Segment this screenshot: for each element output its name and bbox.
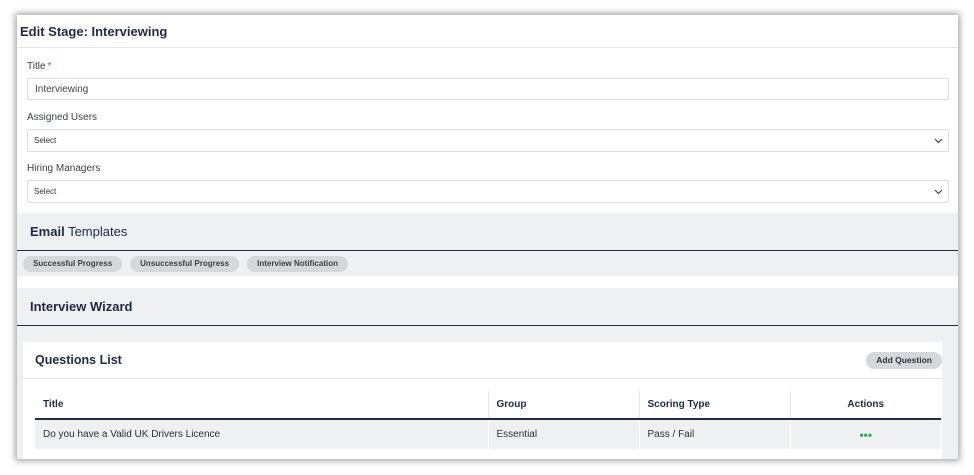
email-templates-section: Email Templates: [17, 213, 958, 251]
cell-group: Essential: [488, 419, 640, 449]
assigned-users-label: Assigned Users: [27, 112, 98, 123]
stage-form: Title * Interviewing Assigned Users Selec…: [17, 48, 958, 203]
cell-actions: •••: [790, 419, 941, 449]
column-header-actions: Actions: [790, 391, 941, 420]
table-row[interactable]: Do you have a Valid UK Drivers Licence E…: [35, 419, 941, 449]
dialog-header: Edit Stage: Interviewing: [17, 15, 958, 48]
column-header-scoring-type[interactable]: Scoring Type: [639, 391, 791, 420]
column-header-group[interactable]: Group: [488, 391, 640, 420]
hiring-managers-select[interactable]: Select: [27, 180, 949, 203]
title-label: Title *: [27, 60, 950, 73]
chip-interview-notification[interactable]: Interview Notification: [247, 255, 348, 272]
cell-title: Do you have a Valid UK Drivers Licence: [35, 419, 489, 449]
title-label-text: Title: [27, 61, 46, 72]
more-actions-icon[interactable]: •••: [859, 428, 872, 442]
table-header-row: Title Group Scoring Type Actions: [35, 391, 941, 420]
email-template-chips: Successful Progress Unsuccessful Progres…: [17, 251, 958, 276]
title-input[interactable]: Interviewing: [27, 78, 949, 100]
questions-table: Title Group Scoring Type Actions Do you …: [35, 391, 941, 449]
interview-wizard-section: Interview Wizard: [17, 288, 958, 326]
edit-stage-dialog: Edit Stage: Interviewing Title * Intervie…: [17, 15, 958, 459]
questions-panel-wrap: Questions List Add Question Title Group …: [17, 326, 958, 459]
assigned-users-value: Select: [34, 136, 57, 145]
assigned-users-select[interactable]: Select: [27, 129, 949, 152]
add-question-button[interactable]: Add Question: [866, 351, 942, 369]
chip-successful-progress[interactable]: Successful Progress: [23, 255, 123, 272]
interview-wizard-title: Interview Wizard: [30, 299, 133, 314]
page-title: Edit Stage: Interviewing: [20, 23, 168, 39]
questions-panel: Questions List Add Question Title Group …: [23, 342, 942, 459]
chevron-down-icon: [932, 186, 944, 198]
cell-scoring-type: Pass / Fail: [639, 419, 791, 449]
hiring-managers-label: Hiring Managers: [27, 163, 101, 174]
column-header-title[interactable]: Title: [35, 391, 489, 420]
questions-list-title: Questions List: [35, 353, 122, 367]
email-templates-title: Email Templates: [30, 224, 128, 239]
questions-header: Questions List Add Question: [23, 342, 942, 379]
chevron-down-icon: [932, 135, 944, 147]
chip-unsuccessful-progress[interactable]: Unsuccessful Progress: [130, 255, 240, 272]
required-mark: *: [47, 61, 52, 72]
hiring-managers-value: Select: [34, 187, 57, 196]
